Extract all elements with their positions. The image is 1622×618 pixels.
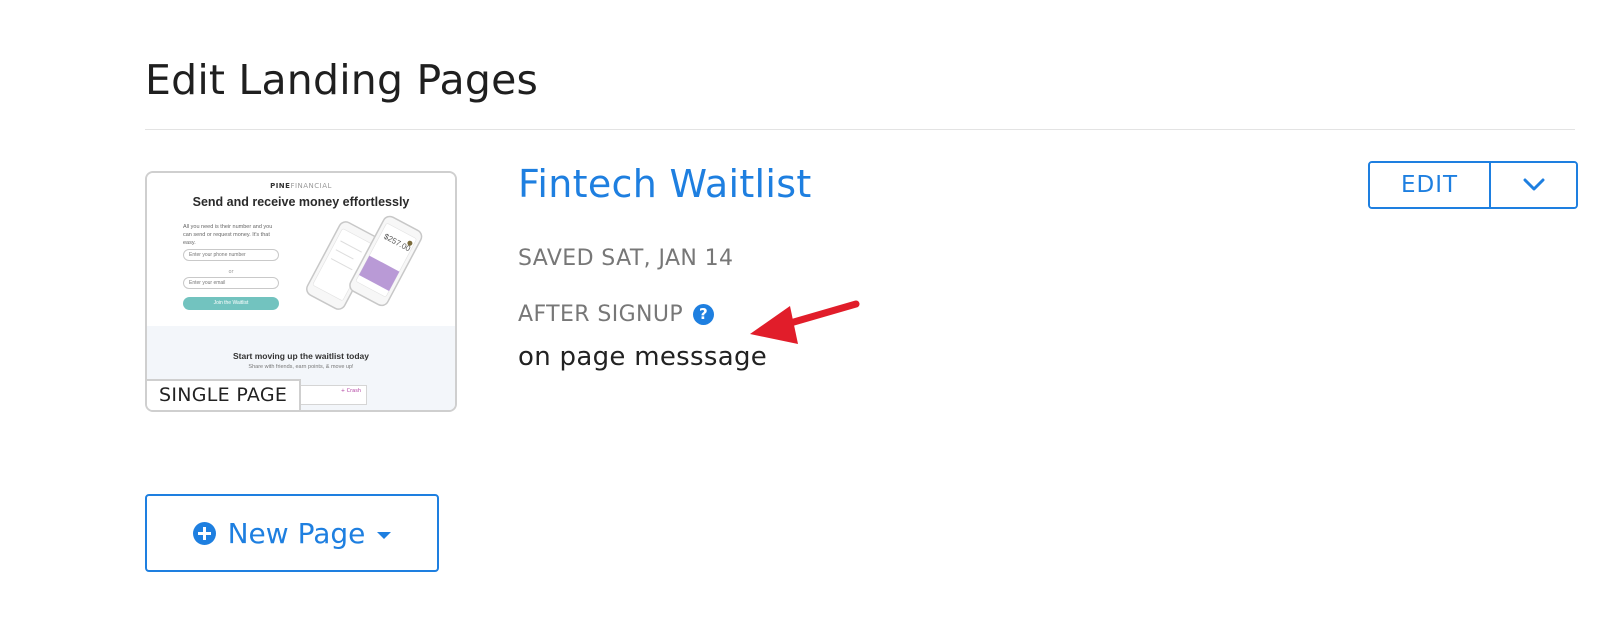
thumbnail-or-text: or [228,269,234,275]
edit-button[interactable]: EDIT [1370,163,1491,207]
landing-page-name-link[interactable]: Fintech Waitlist [518,162,812,206]
plus-circle-icon [192,521,216,545]
thumbnail-join-button: Join the Waitlist [183,297,279,310]
thumbnail-phones-image: $257.00 [306,215,423,310]
new-page-label: New Page [227,516,366,550]
after-signup-label: AFTER SIGNUP ? [518,302,715,327]
after-signup-label-text: AFTER SIGNUP [518,302,684,327]
thumbnail-headline: Send and receive money effortlessly [192,195,410,209]
page-title: Edit Landing Pages [145,56,539,104]
thumbnail-hero: PINEFINANCIAL Send and receive money eff… [147,173,455,326]
thumbnail-mini-label: + Crash [297,385,367,405]
saved-date: SAVED SAT, JAN 14 [518,246,734,271]
thumbnail-brand: PINEFINANCIAL [270,182,332,190]
question-circle-icon[interactable]: ? [693,304,715,325]
thumbnail-email-input: Enter your email [183,277,279,289]
thumbnail-section-text: Share with friends, earn points, & move … [248,364,354,370]
landing-page-thumbnail[interactable]: PINEFINANCIAL Send and receive money eff… [145,171,457,412]
edit-button-group: EDIT [1368,161,1578,209]
after-signup-value: on page messsage [518,342,768,372]
thumbnail-body-text: All you need is their number and you can… [183,224,273,246]
chevron-down-icon [1523,178,1544,191]
options-dropdown-button[interactable] [1491,163,1576,207]
new-page-button[interactable]: New Page [145,494,439,572]
caret-down-icon [377,531,392,539]
divider [145,129,1575,130]
red-arrow-annotation [750,300,860,344]
page-type-badge: SINGLE PAGE [147,379,302,410]
thumbnail-phone-input: Enter your phone number [183,249,279,261]
thumbnail-section-title: Start moving up the waitlist today [232,351,369,361]
